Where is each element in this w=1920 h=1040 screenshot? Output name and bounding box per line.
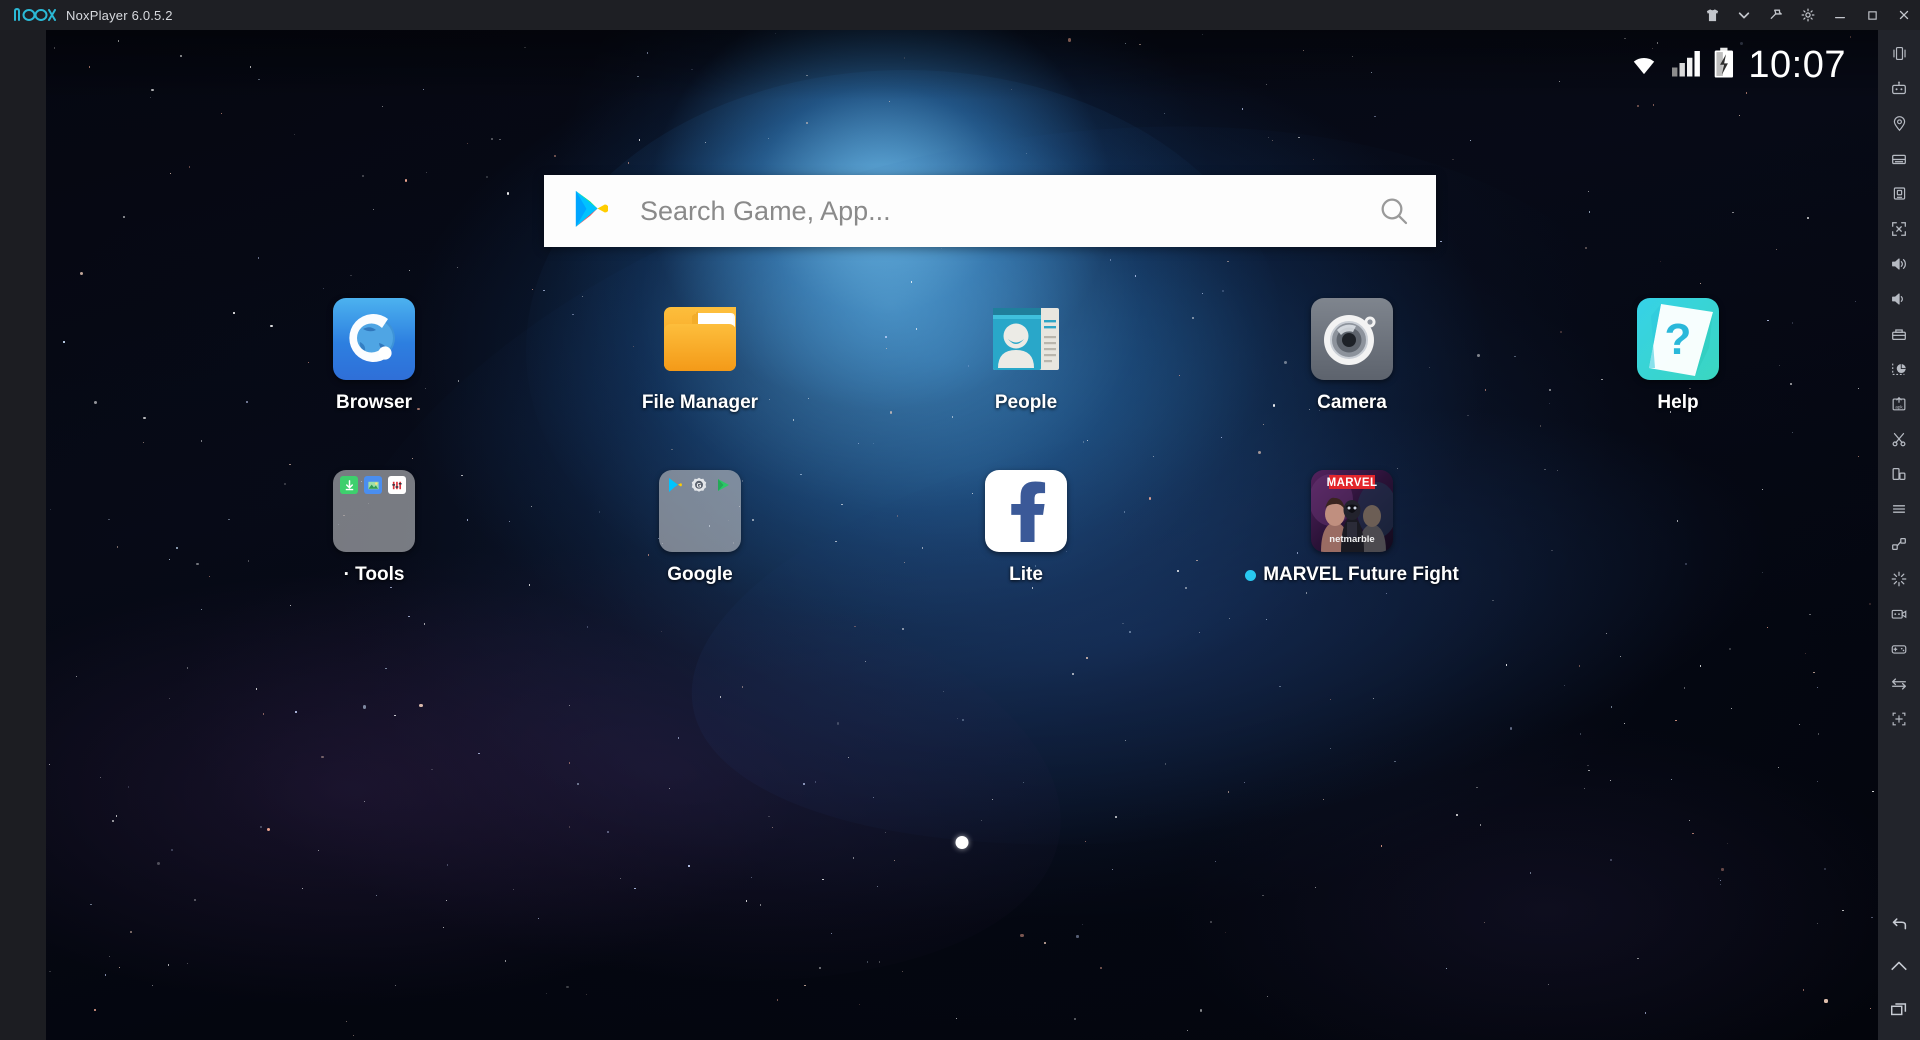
layout-icon[interactable] [1878, 456, 1920, 491]
gallery-mini-icon [364, 476, 382, 494]
video-record-icon[interactable] [1878, 596, 1920, 631]
download-mini-icon [340, 476, 358, 494]
app-marvel-future-fight[interactable]: MARVEL netmarble MARVEL Future Fight [1189, 470, 1515, 586]
macro-robot-icon[interactable] [1878, 71, 1920, 106]
people-icon[interactable] [985, 298, 1067, 380]
folder-google[interactable]: G Google [537, 470, 863, 586]
fullscreen-icon[interactable] [1878, 211, 1920, 246]
burst-icon[interactable] [1878, 561, 1920, 596]
app-camera[interactable]: Camera [1189, 298, 1515, 414]
app-file-manager[interactable]: File Manager [537, 298, 863, 414]
google-settings-mini-icon: G [690, 476, 708, 494]
chevron-down-icon[interactable] [1728, 0, 1760, 30]
help-icon[interactable]: ? [1637, 298, 1719, 380]
screenshot-icon[interactable] [1878, 351, 1920, 386]
wifi-icon [1624, 48, 1664, 83]
volume-down-icon[interactable] [1878, 281, 1920, 316]
search-icon[interactable] [1378, 195, 1410, 227]
app-label: MARVEL Future Fight [1245, 564, 1459, 586]
file-manager-icon[interactable] [659, 298, 741, 380]
play-store-icon[interactable] [572, 189, 609, 234]
gear-icon[interactable] [1792, 0, 1824, 30]
app-label: Lite [1009, 564, 1043, 585]
scissors-icon[interactable] [1878, 421, 1920, 456]
app-row: · Tools G Google Lite MARVEL netmarble M… [46, 470, 1878, 586]
android-nav-buttons [1878, 904, 1920, 1040]
multi-window-icon[interactable] [1878, 141, 1920, 176]
svg-text:G: G [697, 483, 702, 489]
search-input[interactable] [632, 195, 1378, 227]
tools-folder-icon[interactable] [333, 470, 415, 552]
recents-icon[interactable] [1878, 988, 1920, 1030]
app-label: Browser [335, 392, 413, 413]
apk-box-icon[interactable]: apk [1878, 386, 1920, 421]
equalizer-mini-icon [388, 476, 406, 494]
emulator-screen[interactable]: 10:07 Search Game, App... Browser File M… [46, 30, 1878, 1040]
close-icon[interactable] [1888, 0, 1920, 30]
app-facebook-lite[interactable]: Lite [863, 470, 1189, 586]
status-clock: 10:07 [1748, 43, 1846, 86]
camera-icon[interactable] [1311, 298, 1393, 380]
app-label: Help [1657, 392, 1699, 413]
app-row: Browser File Manager People Camera ? Hel… [46, 298, 1878, 414]
new-app-dot [1245, 569, 1257, 581]
add-window-icon[interactable] [1878, 701, 1920, 736]
signal-bars-icon [1670, 48, 1704, 83]
facebook-lite-icon[interactable] [985, 470, 1067, 552]
apk-install-icon[interactable] [1878, 176, 1920, 211]
home-icon[interactable] [1878, 946, 1920, 988]
folder-label: Google [667, 564, 733, 585]
window-title: NoxPlayer 6.0.5.2 [66, 7, 173, 23]
battery-charging-icon [1712, 47, 1736, 84]
browser-icon[interactable] [333, 298, 415, 380]
marvel-future-fight-icon[interactable]: MARVEL netmarble [1311, 470, 1393, 552]
app-label: People [994, 392, 1058, 413]
netmarble-text: netmarble [1329, 534, 1374, 545]
transfer-icon[interactable] [1878, 666, 1920, 701]
play-music-mini-icon [714, 476, 732, 494]
menu-icon[interactable] [1878, 491, 1920, 526]
app-people[interactable]: People [863, 298, 1189, 414]
app-empty-slot [1515, 470, 1841, 586]
google-folder-icon[interactable]: G [659, 470, 741, 552]
window-titlebar: NoxPlayer 6.0.5.2 [0, 0, 1920, 30]
shared-folder-icon[interactable] [1878, 316, 1920, 351]
resize-icon[interactable] [1878, 526, 1920, 561]
svg-text:?: ? [1665, 315, 1692, 364]
home-app-grid: Browser File Manager People Camera ? Hel… [46, 298, 1878, 586]
minimize-icon[interactable] [1824, 0, 1856, 30]
app-browser[interactable]: Browser [211, 298, 537, 414]
app-help[interactable]: ? Help [1515, 298, 1841, 414]
pin-icon[interactable] [1760, 0, 1792, 30]
theme-shirt-icon[interactable] [1696, 0, 1728, 30]
titlebar-actions [1696, 0, 1920, 30]
android-status-bar: 10:07 [46, 30, 1878, 100]
app-label: File Manager [641, 392, 759, 413]
folder-label: · Tools [343, 564, 405, 585]
location-pin-icon[interactable] [1878, 106, 1920, 141]
page-indicator-dot[interactable] [955, 836, 969, 849]
maximize-icon[interactable] [1856, 0, 1888, 30]
back-icon[interactable] [1878, 904, 1920, 946]
google-play-search-bar[interactable] [544, 175, 1436, 247]
nox-side-toolbar: apk [1878, 30, 1920, 1040]
gamepad-icon[interactable] [1878, 631, 1920, 666]
play-store-mini-icon [666, 476, 684, 494]
svg-text:apk: apk [1895, 404, 1903, 409]
marvel-brand-text: MARVEL [1327, 477, 1378, 489]
nox-logo-icon [14, 6, 56, 24]
folder-tools[interactable]: · Tools [211, 470, 537, 586]
app-label: Camera [1317, 392, 1387, 413]
shake-phone-icon[interactable] [1878, 36, 1920, 71]
volume-up-icon[interactable] [1878, 246, 1920, 281]
